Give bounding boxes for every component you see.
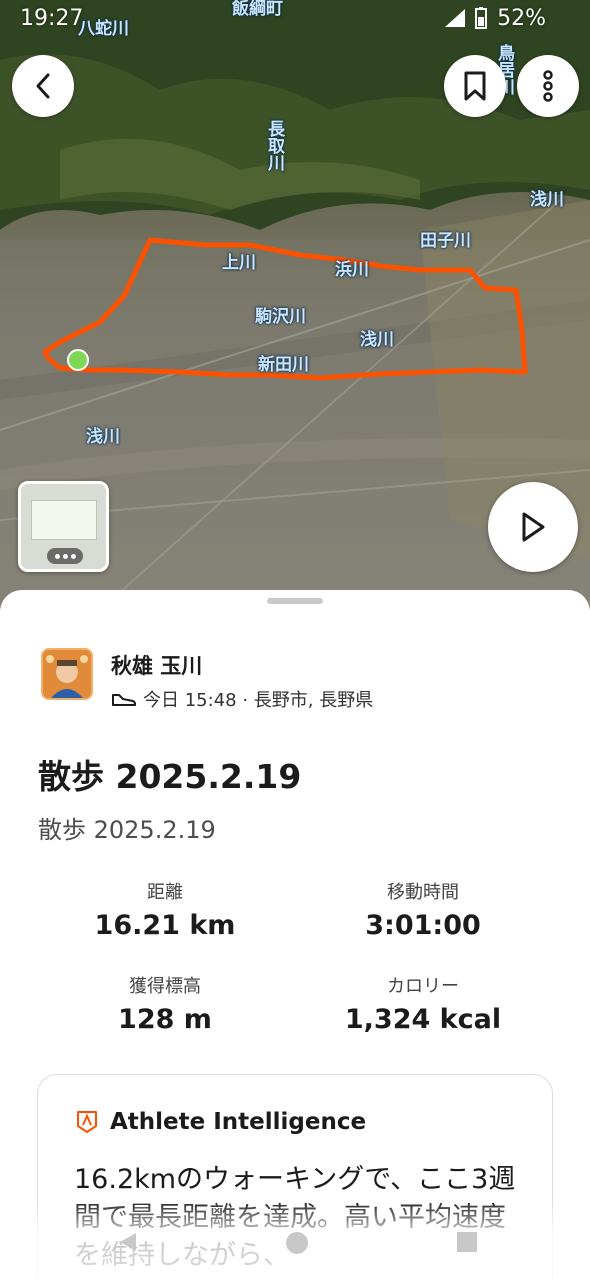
stat-elevation-gain: 獲得標高 128 m — [45, 972, 285, 1035]
map-label: 浅川 — [360, 330, 394, 350]
stat-moving-time: 移動時間 3:01:00 — [303, 878, 543, 941]
map-label: 長取川 — [264, 120, 284, 171]
ai-card-header: Athlete Intelligence — [76, 1109, 366, 1135]
athlete-intelligence-icon — [77, 1111, 97, 1133]
activity-description: 散歩 2025.2.19 — [38, 816, 216, 844]
nav-home-button[interactable] — [284, 1230, 310, 1260]
nav-back-button[interactable] — [116, 1230, 140, 1258]
sheet-drag-handle[interactable] — [267, 598, 323, 604]
nav-recents-button[interactable] — [455, 1230, 479, 1258]
circle-home-icon — [286, 1232, 308, 1254]
chevron-left-icon — [36, 73, 50, 99]
athlete-avatar[interactable] — [41, 648, 93, 700]
back-button[interactable] — [12, 55, 74, 117]
status-time: 19:27 — [20, 5, 84, 31]
activity-title: 散歩 2025.2.19 — [38, 757, 302, 796]
stat-label: 獲得標高 — [129, 976, 201, 997]
athlete-name[interactable]: 秋雄 玉川 — [111, 650, 202, 680]
walking-shoe-icon — [112, 694, 136, 706]
triangle-back-icon — [120, 1233, 136, 1251]
photo-content — [31, 500, 97, 540]
stat-label: カロリー — [387, 976, 459, 997]
stat-value: 1,324 kcal — [344, 1004, 502, 1035]
square-recents-icon — [457, 1232, 477, 1252]
battery-level: 52% — [497, 5, 546, 31]
map-label: 上川 — [222, 253, 256, 273]
more-vertical-icon — [543, 70, 553, 102]
map-label: 浜川 — [335, 260, 369, 280]
stat-label: 距離 — [147, 882, 183, 903]
play-icon — [522, 512, 545, 542]
play-flyover-button[interactable] — [488, 482, 578, 572]
map-label: 浅川 — [530, 190, 564, 210]
activity-detail-sheet[interactable]: 秋雄 玉川 今日 15:48 · 長野市, 長野県 散歩 2025.2.19 散… — [0, 590, 590, 1279]
bookmark-button[interactable] — [444, 55, 506, 117]
photo-page-indicator — [47, 548, 83, 564]
stat-label: 移動時間 — [387, 882, 459, 903]
signal-icon — [445, 9, 466, 27]
route-start-marker — [67, 349, 89, 371]
stat-calories: カロリー 1,324 kcal — [303, 972, 543, 1035]
activity-meta-text: 今日 15:48 · 長野市, 長野県 — [143, 690, 374, 711]
stat-value: 3:01:00 — [365, 910, 481, 941]
status-bar: 19:27 52% — [0, 0, 590, 36]
stat-value: 16.21 km — [94, 910, 236, 941]
map-label: 駒沢川 — [255, 307, 306, 327]
more-options-button[interactable] — [517, 55, 579, 117]
map-label: 田子川 — [420, 231, 471, 251]
activity-meta: 今日 15:48 · 長野市, 長野県 — [111, 686, 373, 712]
avatar-image — [43, 650, 91, 698]
map-label: 新田川 — [258, 355, 309, 375]
status-icons: 52% — [445, 6, 546, 31]
activity-photo-thumbnail[interactable] — [18, 481, 109, 572]
bookmark-icon — [464, 71, 486, 101]
ai-card-title: Athlete Intelligence — [110, 1109, 367, 1135]
stat-distance: 距離 16.21 km — [45, 878, 285, 941]
route-map[interactable]: 八蛇川 鳥居川 飯綱町 長取川 浅川 田子川 浜川 駒沢川 上川 浅川 新田川 … — [0, 0, 590, 610]
stat-value: 128 m — [118, 1004, 212, 1035]
battery-icon — [475, 7, 488, 29]
map-label: 浅川 — [86, 427, 120, 447]
